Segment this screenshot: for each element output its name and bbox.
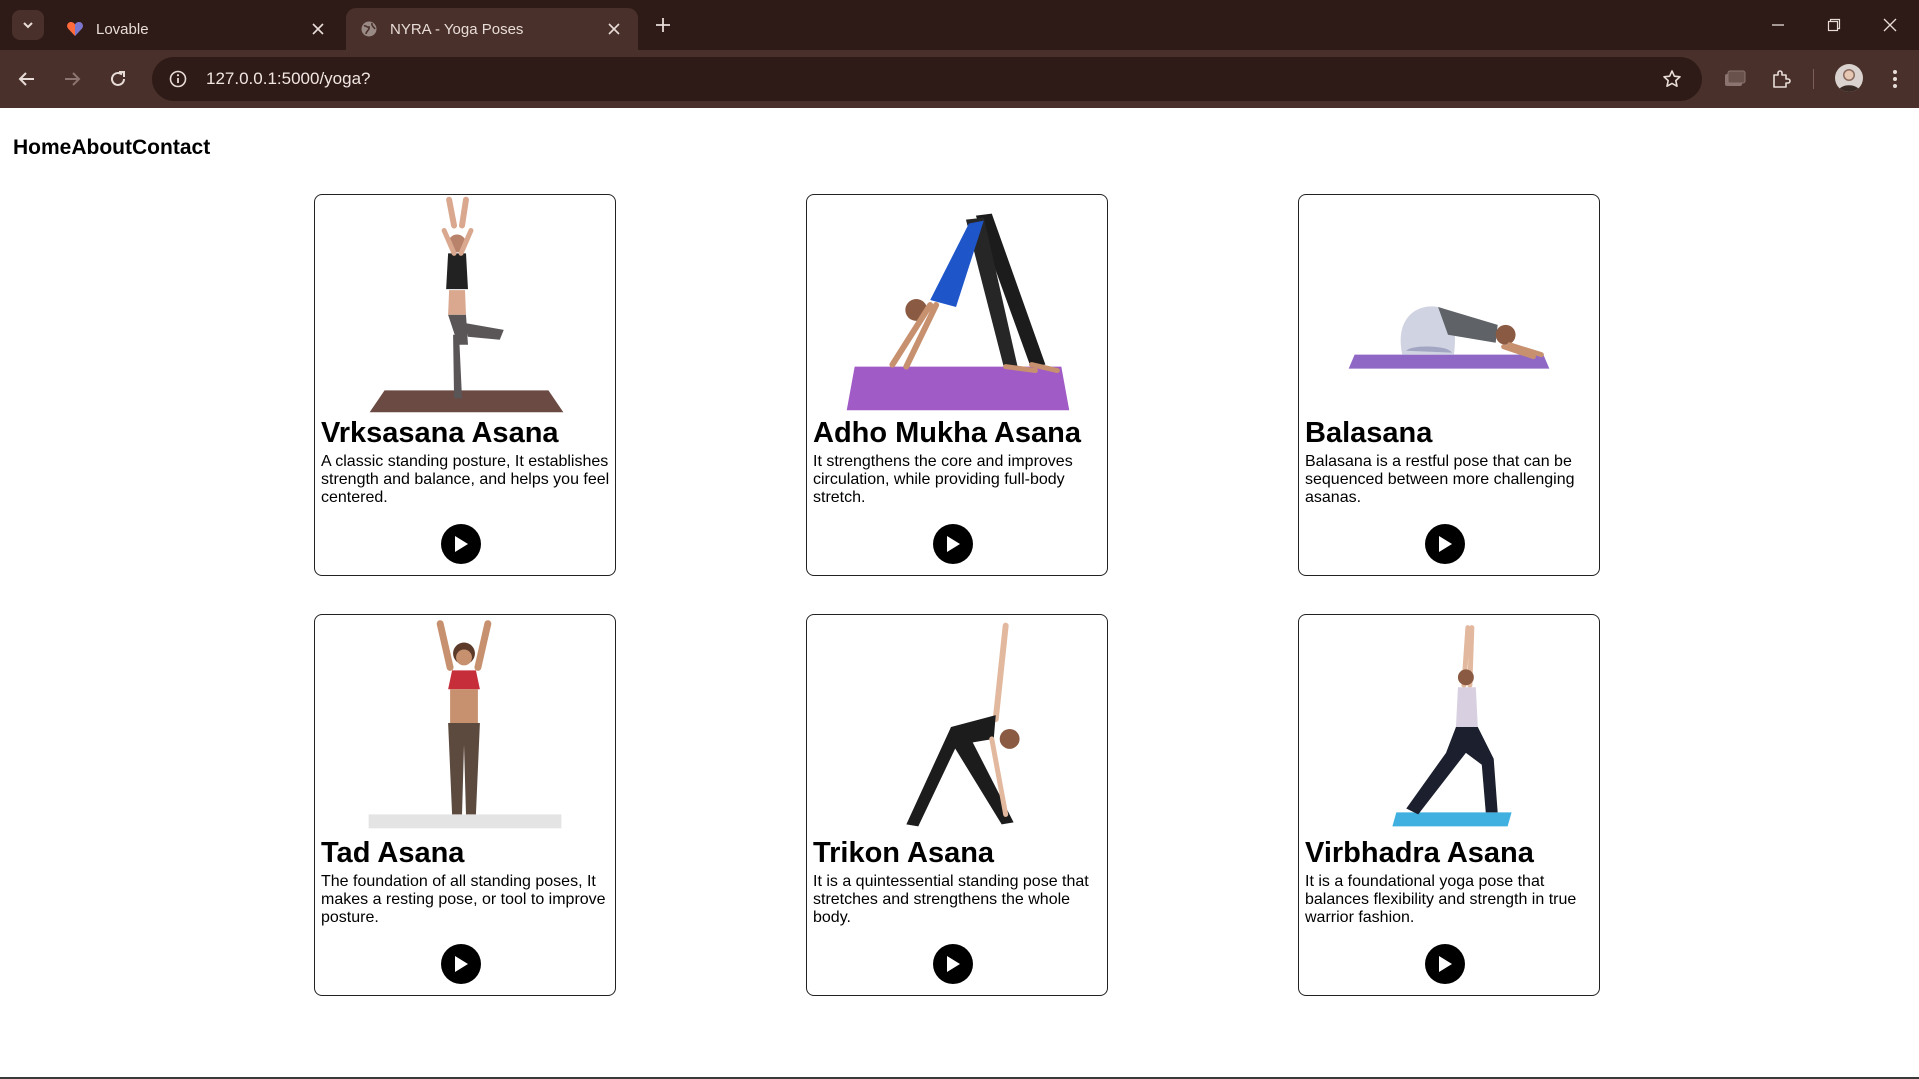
play-icon — [455, 536, 468, 552]
plus-icon — [656, 18, 670, 32]
play-icon — [947, 536, 960, 552]
minimize-button[interactable] — [1750, 0, 1806, 50]
pose-title: Balasana — [1305, 417, 1433, 449]
triangle-pose-photo — [906, 622, 1020, 827]
play-button[interactable] — [933, 944, 973, 984]
tab-title: NYRA - Yoga Poses — [390, 20, 524, 38]
play-button[interactable] — [933, 524, 973, 564]
extensions-icon[interactable] — [1766, 64, 1796, 94]
mountain-pose-photo — [368, 620, 562, 829]
play-button[interactable] — [441, 524, 481, 564]
play-icon — [947, 956, 960, 972]
address-bar[interactable]: 127.0.0.1:5000/yoga? — [152, 57, 1702, 101]
reload-icon — [111, 71, 125, 86]
tab-title: Lovable — [96, 20, 149, 38]
pose-description: It is a quintessential standing pose tha… — [813, 873, 1089, 926]
tree-pose-photo — [369, 196, 564, 413]
bookmark-star-icon[interactable] — [1652, 57, 1692, 101]
arrow-right-icon — [65, 72, 81, 86]
pose-description: The foundation of all standing poses, It… — [321, 873, 606, 926]
pose-description: Balasana is a restful pose that can be s… — [1305, 453, 1575, 506]
close-icon[interactable] — [308, 19, 328, 39]
toolbar-divider — [1813, 69, 1814, 89]
heart-icon — [66, 20, 84, 38]
chevron-down-icon — [23, 22, 33, 29]
browser-toolbar: 127.0.0.1:5000/yoga? — [0, 50, 1919, 108]
play-icon — [1439, 956, 1452, 972]
new-tab-button[interactable] — [650, 12, 676, 38]
play-icon — [1439, 536, 1452, 552]
main-nav: Home About Contact — [13, 136, 210, 160]
pose-card: Balasana Balasana is a restful pose that… — [1298, 194, 1600, 576]
play-icon — [455, 956, 468, 972]
play-button[interactable] — [1425, 944, 1465, 984]
tab-nyra-yoga-poses[interactable]: NYRA - Yoga Poses — [346, 8, 638, 50]
pose-title: Trikon Asana — [813, 837, 995, 869]
pose-title: Virbhadra Asana — [1305, 837, 1534, 869]
restore-button[interactable] — [1806, 0, 1862, 50]
url-text: 127.0.0.1:5000/yoga? — [206, 69, 371, 88]
pose-card: Tad Asana The foundation of all standing… — [314, 614, 616, 996]
back-button[interactable] — [12, 64, 42, 94]
forward-button[interactable] — [57, 64, 87, 94]
arrow-left-icon — [18, 72, 34, 86]
pose-card: Virbhadra Asana It is a foundational yog… — [1298, 614, 1600, 996]
profile-avatar[interactable] — [1835, 64, 1863, 92]
nav-link-contact[interactable]: Contact — [132, 136, 210, 160]
tab-lovable[interactable]: Lovable — [52, 8, 342, 50]
pose-card: Vrksasana Asana A classic standing postu… — [314, 194, 616, 576]
globe-icon — [360, 20, 378, 38]
pose-description: It strengthens the core and improves cir… — [813, 453, 1073, 506]
pose-description: It is a foundational yoga pose that bala… — [1305, 873, 1577, 926]
nav-link-home[interactable]: Home — [13, 136, 71, 160]
close-icon[interactable] — [604, 19, 624, 39]
pose-card: Adho Mukha Asana It strengthens the core… — [806, 194, 1108, 576]
page-content: Home About Contact Vrksasana Asana A cla… — [0, 108, 1919, 1079]
pose-title: Tad Asana — [321, 837, 465, 869]
play-button[interactable] — [441, 944, 481, 984]
pose-title: Adho Mukha Asana — [813, 417, 1082, 449]
downward-dog-photo — [846, 213, 1070, 411]
site-info-icon[interactable] — [156, 57, 200, 101]
play-button[interactable] — [1425, 524, 1465, 564]
tab-search-button[interactable] — [12, 10, 44, 40]
pose-card: Trikon Asana It is a quintessential stan… — [806, 614, 1108, 996]
close-icon — [1883, 18, 1897, 32]
child-pose-photo — [1348, 306, 1550, 369]
more-menu-icon[interactable] — [1880, 64, 1910, 94]
browser-tabstrip: Lovable NYRA - Yoga Poses — [0, 0, 1919, 50]
pose-title: Vrksasana Asana — [321, 417, 559, 449]
restore-icon — [1827, 18, 1841, 32]
minimize-icon — [1772, 24, 1784, 26]
pose-description: A classic standing posture, It establish… — [321, 453, 610, 506]
reload-button[interactable] — [103, 64, 133, 94]
warrior-pose-photo — [1392, 625, 1512, 827]
close-window-button[interactable] — [1862, 0, 1918, 50]
media-controls-icon[interactable] — [1720, 64, 1750, 94]
nav-link-about[interactable]: About — [71, 136, 132, 160]
